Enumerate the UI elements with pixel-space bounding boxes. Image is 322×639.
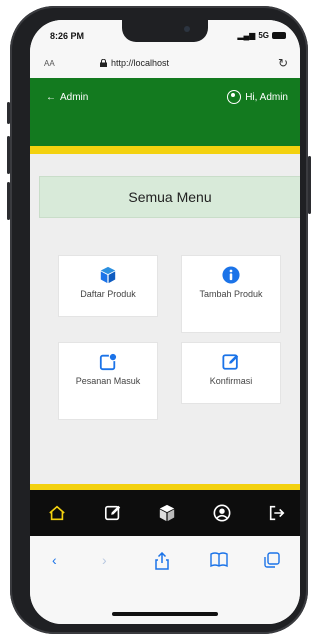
battery-icon	[272, 32, 286, 39]
back-admin-link[interactable]: ← Admin	[46, 92, 88, 103]
app-header: ← Admin Hi, Admin	[30, 78, 300, 146]
bottom-tab-bar	[30, 490, 300, 536]
back-label: Admin	[60, 92, 89, 103]
phone-screen: 8:26 PM ▂▄▆ 5G AA http://localhost ↻ ← A…	[30, 20, 300, 624]
back-icon[interactable]: ‹	[52, 552, 57, 568]
cube-icon[interactable]	[158, 504, 176, 522]
menu-konfirmasi[interactable]: Konfirmasi	[181, 342, 281, 404]
menu-label: Pesanan Masuk	[75, 376, 141, 386]
side-button	[7, 182, 10, 220]
camera-dot	[184, 26, 190, 32]
edit-icon[interactable]	[104, 504, 122, 522]
home-indicator	[112, 612, 218, 616]
user-menu[interactable]: Hi, Admin	[227, 90, 288, 104]
bookmarks-icon[interactable]	[210, 552, 228, 568]
side-button	[7, 102, 10, 124]
info-icon	[222, 266, 240, 284]
edit-icon	[222, 354, 239, 370]
menu-label: Daftar Produk	[80, 289, 136, 299]
account-icon[interactable]	[213, 504, 231, 522]
arrow-left-icon: ←	[46, 92, 56, 103]
menu-label: Tambah Produk	[199, 289, 263, 299]
menu-tambah-produk[interactable]: Tambah Produk	[181, 255, 281, 333]
logout-icon[interactable]	[268, 504, 286, 522]
url-text: http://localhost	[111, 58, 170, 68]
text-size-button[interactable]: AA	[44, 59, 55, 68]
user-label: Hi, Admin	[245, 91, 288, 103]
url-field[interactable]: http://localhost	[100, 58, 169, 68]
lock-icon	[100, 59, 107, 67]
network-label: 5G	[258, 31, 269, 40]
address-bar[interactable]: AA http://localhost ↻	[30, 50, 300, 79]
status-time: 8:26 PM	[50, 31, 85, 41]
notch	[122, 20, 208, 42]
menu-label: Konfirmasi	[209, 376, 253, 386]
cube-icon	[100, 266, 116, 284]
notification-icon	[99, 353, 117, 371]
share-icon[interactable]	[154, 552, 170, 570]
signal-icon: ▂▄▆	[237, 31, 256, 40]
page-title-card: Semua Menu	[39, 176, 300, 218]
user-icon	[227, 90, 242, 104]
menu-pesanan-masuk[interactable]: Pesanan Masuk	[58, 342, 158, 420]
home-icon[interactable]	[48, 504, 66, 522]
power-button	[308, 156, 311, 214]
reload-icon[interactable]: ↻	[278, 56, 288, 70]
header-stripe	[30, 146, 300, 154]
browser-toolbar: ‹ ›	[30, 536, 300, 624]
page-title: Semua Menu	[128, 189, 212, 205]
forward-icon[interactable]: ›	[102, 552, 107, 568]
side-button	[7, 136, 10, 174]
menu-daftar-produk[interactable]: Daftar Produk	[58, 255, 158, 317]
status-signal: ▂▄▆ 5G	[237, 31, 286, 40]
tabs-icon[interactable]	[264, 552, 280, 568]
